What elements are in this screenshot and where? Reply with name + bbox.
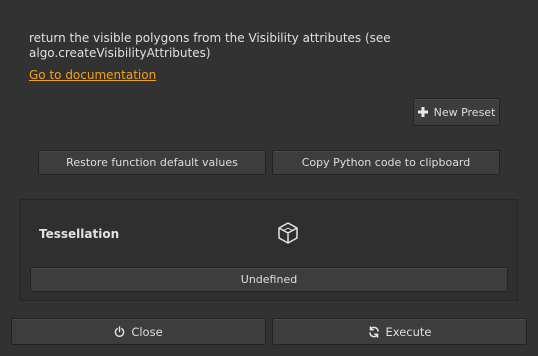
power-icon <box>114 326 125 337</box>
cube-icon <box>276 221 300 245</box>
execute-label: Execute <box>385 324 432 339</box>
close-label: Close <box>131 324 163 339</box>
copy-python-button[interactable]: Copy Python code to clipboard <box>272 150 500 175</box>
new-preset-button[interactable]: New Preset <box>413 98 500 126</box>
tessellation-panel: Tessellation Undefined <box>19 199 518 301</box>
close-button[interactable]: Close <box>11 318 266 345</box>
restore-defaults-label: Restore function default values <box>66 156 238 169</box>
execute-button[interactable]: Execute <box>272 318 527 345</box>
tessellation-title: Tessellation <box>39 227 120 241</box>
documentation-link[interactable]: Go to documentation <box>29 68 156 83</box>
tessellation-value: Undefined <box>240 273 298 286</box>
new-preset-label: New Preset <box>433 105 496 119</box>
description-text: return the visible polygons from the Vis… <box>29 31 391 60</box>
refresh-icon <box>368 325 380 338</box>
tessellation-dropdown[interactable]: Undefined <box>30 267 508 292</box>
copy-python-label: Copy Python code to clipboard <box>301 156 471 169</box>
plus-icon <box>417 107 428 117</box>
restore-defaults-button[interactable]: Restore function default values <box>38 150 266 175</box>
